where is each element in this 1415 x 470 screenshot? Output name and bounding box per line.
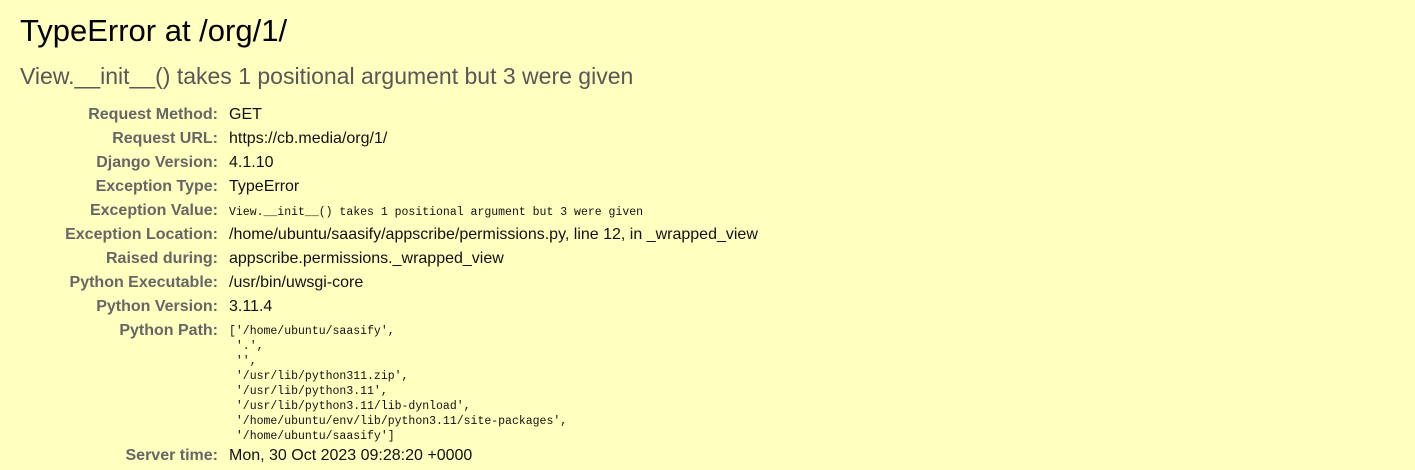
- python-path-label: Python Path:: [119, 322, 218, 339]
- meta-row-raised-during: Raised during: appscribe.permissions._wr…: [20, 247, 758, 271]
- python-path-cell: ['/home/ubuntu/saasify', '.', '', '/usr/…: [224, 319, 758, 444]
- django-version-value: 4.1.10: [229, 154, 274, 171]
- exception-value-label: Exception Value:: [89, 202, 218, 219]
- server-time-label: Server time:: [125, 447, 219, 464]
- exception-message: View.__init__() takes 1 positional argum…: [20, 63, 634, 89]
- meta-row-python-executable: Python Executable: /usr/bin/uwsgi-core: [20, 271, 758, 295]
- python-path-line: '/usr/lib/python3.11',: [229, 385, 388, 398]
- python-version-value: 3.11.4: [229, 298, 273, 315]
- meta-row-django-version: Django Version: 4.1.10: [20, 151, 758, 175]
- page-title: TypeError at /org/1/: [20, 13, 288, 48]
- python-executable-value: /usr/bin/uwsgi-core: [229, 274, 364, 291]
- exception-location-value: /home/ubuntu/saasify/appscribe/permissio…: [229, 226, 758, 243]
- request-method-value: GET: [229, 106, 262, 123]
- meta-row-python-path: Python Path: ['/home/ubuntu/saasify', '.…: [20, 319, 758, 444]
- python-path-line: '/usr/lib/python311.zip',: [229, 370, 409, 383]
- request-method-label: Request Method:: [88, 106, 218, 123]
- request-url-label: Request URL:: [112, 130, 218, 147]
- exception-type-value: TypeError: [229, 178, 300, 195]
- exception-type-label: Exception Type:: [95, 178, 218, 195]
- python-path-line: '',: [229, 355, 257, 368]
- error-summary: TypeError at /org/1/ View.__init__() tak…: [0, 0, 1415, 470]
- exception-value-cell: View.__init__() takes 1 positional argum…: [224, 199, 758, 223]
- python-path-line: '/usr/lib/python3.11/lib-dynload',: [229, 400, 471, 413]
- request-meta-table: Request Method: GET Request URL: https:/…: [20, 103, 758, 468]
- python-path-line: '.',: [229, 340, 264, 353]
- python-path-line: ['/home/ubuntu/saasify',: [229, 325, 395, 338]
- meta-row-python-version: Python Version: 3.11.4: [20, 295, 758, 319]
- meta-row-request-url: Request URL: https://cb.media/org/1/: [20, 127, 758, 151]
- django-version-label: Django Version:: [96, 154, 218, 171]
- python-path-line: '/home/ubuntu/saasify']: [229, 430, 395, 443]
- meta-row-server-time: Server time: Mon, 30 Oct 2023 09:28:20 +…: [20, 444, 758, 468]
- python-executable-label: Python Executable:: [69, 274, 218, 291]
- meta-row-exception-value: Exception Value: View.__init__() takes 1…: [20, 199, 758, 223]
- exception-value-text: View.__init__() takes 1 positional argum…: [229, 206, 644, 219]
- python-path-line: '/home/ubuntu/env/lib/python3.11/site-pa…: [229, 415, 568, 428]
- raised-during-label: Raised during:: [105, 250, 218, 267]
- meta-row-exception-type: Exception Type: TypeError: [20, 175, 758, 199]
- server-time-value: Mon, 30 Oct 2023 09:28:20 +0000: [229, 447, 473, 464]
- raised-during-value: appscribe.permissions._wrapped_view: [229, 250, 504, 267]
- meta-row-exception-location: Exception Location: /home/ubuntu/saasify…: [20, 223, 758, 247]
- request-url-value: https://cb.media/org/1/: [229, 130, 388, 147]
- exception-location-label: Exception Location:: [65, 226, 218, 243]
- python-version-label: Python Version:: [96, 298, 218, 315]
- meta-row-request-method: Request Method: GET: [20, 103, 758, 127]
- python-path-list: ['/home/ubuntu/saasify', '.', '', '/usr/…: [229, 319, 758, 444]
